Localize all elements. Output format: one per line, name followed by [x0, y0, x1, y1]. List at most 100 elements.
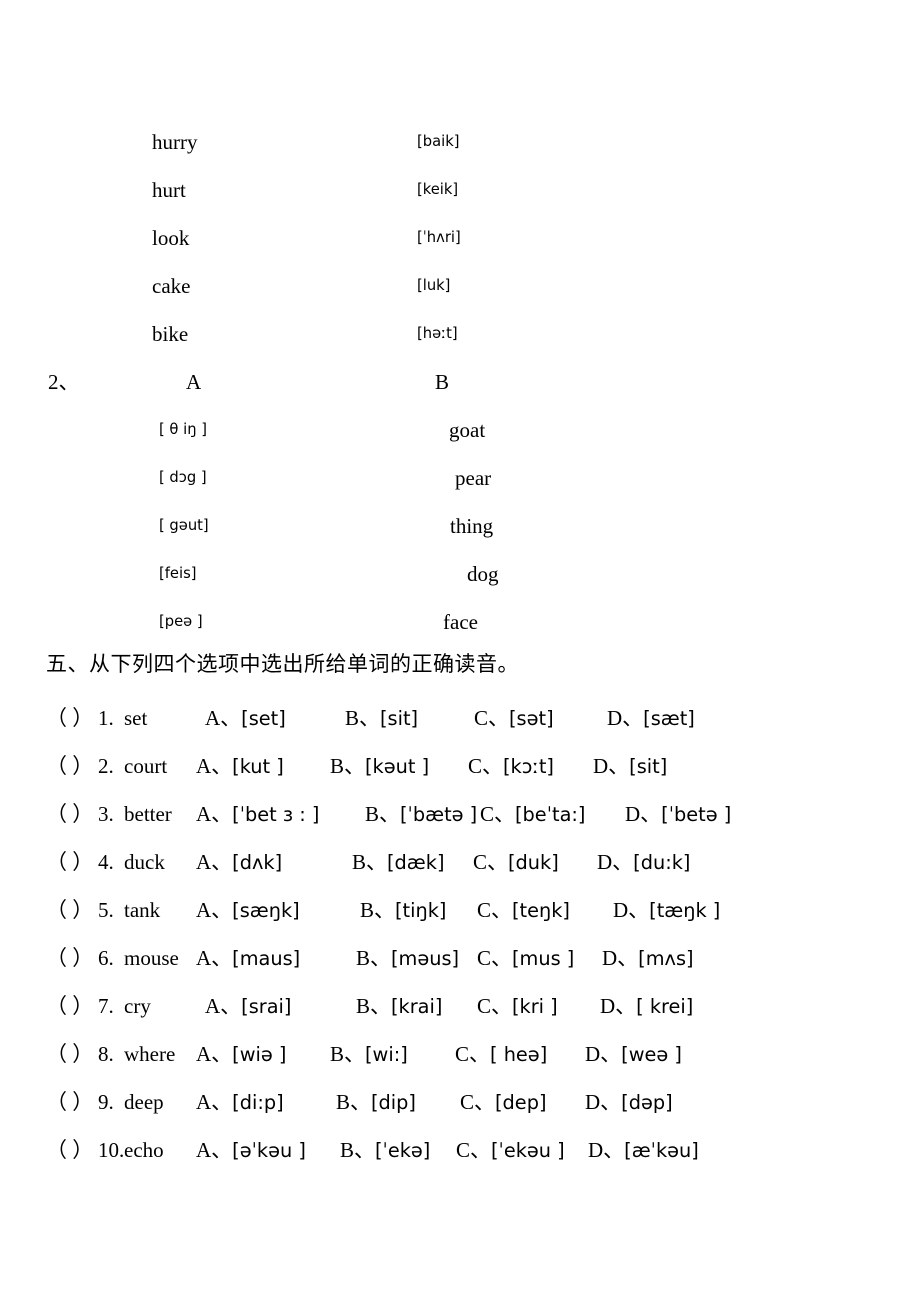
answer-option[interactable]: A、[set]: [205, 694, 286, 743]
question-row: （ ） 7. cry A、[srai] B、[krai] C、[kri ] D、[ krei…: [0, 982, 920, 1030]
answer-option[interactable]: D、[mʌs]: [602, 934, 694, 983]
answer-option[interactable]: D、[weə ]: [585, 1030, 682, 1079]
answer-option[interactable]: B、[məus]: [356, 934, 459, 983]
column-b-item[interactable]: thing: [450, 502, 493, 550]
answer-option[interactable]: C、[duk]: [473, 838, 559, 887]
answer-option[interactable]: D、[du:k]: [597, 838, 690, 887]
question-row: （ ） 5. tank A、[sæŋk] B、[tiŋk] C、[teŋk] D、[tæŋk…: [0, 886, 920, 934]
answer-option[interactable]: A、[kut ]: [196, 742, 284, 791]
answer-blank[interactable]: （ ）: [46, 1126, 93, 1174]
answer-option[interactable]: C、[ˈekəu ]: [456, 1126, 565, 1175]
option-label: A、: [196, 898, 233, 922]
answer-option[interactable]: B、[wi:]: [330, 1030, 408, 1079]
answer-option[interactable]: B、[krai]: [356, 982, 442, 1031]
match-word[interactable]: hurt: [152, 166, 186, 214]
answer-blank[interactable]: （ ）: [46, 790, 93, 838]
answer-option[interactable]: D、[ krei]: [600, 982, 693, 1031]
answer-option[interactable]: B、[ˈekə]: [340, 1126, 430, 1175]
answer-option[interactable]: A、[əˈkəu ]: [196, 1126, 306, 1175]
answer-option[interactable]: C、[sət]: [474, 694, 554, 743]
match-word[interactable]: look: [152, 214, 189, 262]
option-phonetic: [duk]: [508, 851, 559, 874]
answer-option[interactable]: C、[kri ]: [477, 982, 558, 1031]
option-phonetic: [kut ]: [232, 755, 284, 778]
answer-option[interactable]: A、[ˈbet ɜ : ]: [196, 790, 319, 839]
option-label: C、: [468, 754, 504, 778]
question-number: 7.: [98, 994, 114, 1018]
answer-option[interactable]: D、[sit]: [593, 742, 667, 791]
option-label: A、: [196, 1090, 233, 1114]
answer-option[interactable]: D、[æˈkəu]: [588, 1126, 699, 1175]
answer-blank[interactable]: （ ）: [46, 694, 93, 742]
answer-option[interactable]: B、[kəut ]: [330, 742, 429, 791]
column-b-item[interactable]: dog: [467, 550, 499, 598]
option-label: D、: [607, 706, 644, 730]
column-a-item[interactable]: [peə ]: [159, 598, 203, 646]
column-a-item[interactable]: [ θ iŋ ]: [159, 406, 207, 454]
answer-option[interactable]: C、[ heə]: [455, 1030, 547, 1079]
answer-option[interactable]: D、[tæŋk ]: [613, 886, 720, 935]
answer-blank[interactable]: （ ）: [46, 742, 93, 790]
answer-blank[interactable]: （ ）: [46, 934, 93, 982]
option-phonetic: [tæŋk ]: [649, 899, 721, 922]
answer-option[interactable]: D、[sæt]: [607, 694, 695, 743]
option-label: C、: [455, 1042, 491, 1066]
answer-option[interactable]: D、[dəp]: [585, 1078, 673, 1127]
match-phonetic[interactable]: [baik]: [417, 118, 459, 166]
answer-option[interactable]: A、[dʌk]: [196, 838, 282, 887]
answer-blank[interactable]: （ ）: [46, 982, 93, 1030]
option-phonetic: [beˈta:]: [515, 803, 586, 826]
match-word[interactable]: bike: [152, 310, 188, 358]
answer-option[interactable]: B、[dip]: [336, 1078, 416, 1127]
column-a-item[interactable]: [ dɔg ]: [159, 454, 207, 502]
answer-option[interactable]: A、[srai]: [205, 982, 291, 1031]
option-label: A、: [196, 946, 233, 970]
option-phonetic: [wi:]: [365, 1043, 408, 1066]
answer-blank[interactable]: （ ）: [46, 1078, 93, 1126]
question-word: set: [124, 706, 148, 730]
match-word[interactable]: hurry: [152, 118, 198, 166]
option-phonetic: [ˈbet ɜ : ]: [232, 803, 320, 826]
answer-option[interactable]: A、[di:p]: [196, 1078, 284, 1127]
answer-option[interactable]: C、[kɔːt]: [468, 742, 554, 791]
match-phonetic[interactable]: [luk]: [417, 262, 450, 310]
answer-option[interactable]: C、[mus ]: [477, 934, 574, 983]
match-phonetic[interactable]: [həːt]: [417, 310, 458, 358]
match-phonetic[interactable]: [ˈhʌri]: [417, 214, 461, 262]
matching-row: bike [həːt]: [0, 310, 920, 358]
answer-option[interactable]: B、[sit]: [345, 694, 418, 743]
answer-option[interactable]: C、[teŋk]: [477, 886, 570, 935]
column-b-item[interactable]: pear: [455, 454, 491, 502]
answer-option[interactable]: C、[dep]: [460, 1078, 546, 1127]
match-word[interactable]: cake: [152, 262, 190, 310]
match-phonetic[interactable]: [keik]: [417, 166, 458, 214]
answer-option[interactable]: B、[dæk]: [352, 838, 445, 887]
option-label: A、: [196, 754, 233, 778]
column-b-header: B: [435, 370, 450, 394]
option-phonetic: [dʌk]: [232, 851, 283, 874]
option-phonetic: [dip]: [371, 1091, 416, 1114]
answer-option[interactable]: C、[beˈta:]: [480, 790, 585, 839]
column-b-item[interactable]: face: [443, 598, 478, 646]
option-phonetic: [kəut ]: [365, 755, 430, 778]
option-phonetic: [dəp]: [621, 1091, 673, 1114]
answer-option[interactable]: B、[ˈbætə ]: [365, 790, 477, 839]
column-a-item[interactable]: [feis]: [159, 550, 196, 598]
option-label: B、: [352, 850, 388, 874]
answer-blank[interactable]: （ ）: [46, 838, 93, 886]
answer-option[interactable]: D、[ˈbetə ]: [625, 790, 731, 839]
column-a-item[interactable]: [ gəut]: [159, 502, 209, 550]
answer-blank[interactable]: （ ）: [46, 1030, 93, 1078]
column-b-item[interactable]: goat: [449, 406, 485, 454]
answer-option[interactable]: A、[wiə ]: [196, 1030, 286, 1079]
answer-option[interactable]: B、[tiŋk]: [360, 886, 446, 935]
answer-option[interactable]: A、[sæŋk]: [196, 886, 300, 935]
option-phonetic: [sit]: [380, 707, 419, 730]
answer-blank[interactable]: （ ）: [46, 886, 93, 934]
answer-option[interactable]: A、[maus]: [196, 934, 300, 983]
option-phonetic: [krai]: [391, 995, 443, 1018]
option-phonetic: [mʌs]: [638, 947, 694, 970]
option-label: D、: [585, 1042, 622, 1066]
option-label: B、: [356, 946, 392, 970]
option-phonetic: [di:p]: [232, 1091, 284, 1114]
